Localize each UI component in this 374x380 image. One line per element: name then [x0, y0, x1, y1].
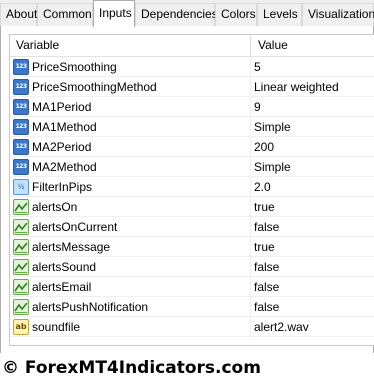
variable-name: FilterInPips	[32, 180, 93, 194]
variable-value[interactable]: true	[254, 237, 275, 257]
inputs-table: Variable Value 123 PriceSmoothing 5 123 Pric…	[9, 34, 374, 346]
cell-divider	[250, 177, 251, 197]
integer-icon: 123	[13, 139, 29, 155]
integer-icon: 123	[13, 159, 29, 175]
cell-divider	[250, 217, 251, 237]
table-row[interactable]: 123 PriceSmoothingMethod Linear weighted	[10, 77, 374, 97]
variable-value[interactable]: false	[254, 257, 279, 277]
variable-value[interactable]: Linear weighted	[254, 77, 339, 97]
tab-inputs[interactable]: Inputs	[93, 0, 135, 27]
tab-dependencies[interactable]: Dependencies	[135, 3, 218, 26]
double-icon: ½	[13, 179, 29, 195]
table-header: Variable Value	[10, 35, 374, 57]
cell-divider	[250, 117, 251, 137]
variable-value[interactable]: Simple	[254, 157, 291, 177]
table-row[interactable]: 123 MA2Period 200	[10, 137, 374, 157]
string-icon: ab	[13, 319, 29, 335]
variable-value[interactable]: false	[254, 277, 279, 297]
variable-value[interactable]: false	[254, 217, 279, 237]
variable-value[interactable]: 9	[254, 97, 261, 117]
table-row[interactable]: alertsMessage true	[10, 237, 374, 257]
variable-name: PriceSmoothingMethod	[32, 80, 157, 94]
cell-divider	[250, 277, 251, 297]
variable-name: alertsOn	[32, 200, 78, 214]
boolean-icon	[13, 199, 29, 215]
cell-divider	[250, 297, 251, 317]
integer-icon: 123	[13, 79, 29, 95]
integer-icon: 123	[13, 59, 29, 75]
variable-value[interactable]: alert2.wav	[254, 317, 309, 337]
table-row[interactable]: alertsPushNotification false	[10, 297, 374, 317]
table-row[interactable]: 123 MA2Method Simple	[10, 157, 374, 177]
cell-divider	[250, 317, 251, 337]
cell-divider	[250, 77, 251, 97]
variable-name: alertsSound	[32, 260, 97, 274]
variable-name: alertsMessage	[32, 240, 111, 254]
table-row[interactable]: ab soundfile alert2.wav	[10, 317, 374, 337]
cell-divider	[250, 137, 251, 157]
variable-name: alertsPushNotification	[32, 300, 149, 314]
cell-divider	[250, 157, 251, 177]
variable-name: alertsOnCurrent	[32, 220, 118, 234]
cell-divider	[250, 257, 251, 277]
boolean-icon	[13, 259, 29, 275]
variable-name: MA1Period	[32, 100, 92, 114]
variable-name: MA1Method	[32, 120, 97, 134]
variable-name: soundfile	[32, 320, 81, 334]
table-row[interactable]: ½ FilterInPips 2.0	[10, 177, 374, 197]
table-row[interactable]: alertsOnCurrent false	[10, 217, 374, 237]
boolean-icon	[13, 239, 29, 255]
integer-icon: 123	[13, 99, 29, 115]
cell-divider	[250, 197, 251, 217]
variable-value[interactable]: false	[254, 297, 279, 317]
table-row[interactable]: 123 MA1Period 9	[10, 97, 374, 117]
tab-strip: About Common Inputs Dependencies Colors …	[0, 0, 374, 27]
integer-icon: 123	[13, 119, 29, 135]
tab-common[interactable]: Common	[37, 3, 93, 26]
boolean-icon	[13, 219, 29, 235]
watermark: © ForexMT4Indicators.com	[2, 358, 261, 378]
tab-visualization[interactable]: Visualization	[302, 3, 374, 26]
table-row[interactable]: 123 PriceSmoothing 5	[10, 57, 374, 77]
column-header-value[interactable]: Value	[258, 35, 288, 57]
variable-value[interactable]: 5	[254, 57, 261, 77]
column-header-variable[interactable]: Variable	[16, 35, 59, 57]
tab-levels[interactable]: Levels	[257, 3, 302, 26]
variable-value[interactable]: true	[254, 197, 275, 217]
table-row[interactable]: alertsOn true	[10, 197, 374, 217]
variable-value[interactable]: 200	[254, 137, 274, 157]
column-divider[interactable]	[250, 35, 251, 57]
variable-value[interactable]: 2.0	[254, 177, 271, 197]
variable-name: alertsEmail	[32, 280, 92, 294]
cell-divider	[250, 237, 251, 257]
cell-divider	[250, 57, 251, 77]
variable-name: MA2Period	[32, 140, 92, 154]
variable-name: PriceSmoothing	[32, 60, 117, 74]
table-row[interactable]: 123 MA1Method Simple	[10, 117, 374, 137]
variable-name: MA2Method	[32, 160, 97, 174]
tab-colors[interactable]: Colors	[215, 3, 257, 26]
tab-about[interactable]: About	[0, 3, 37, 26]
table-row[interactable]: alertsEmail false	[10, 277, 374, 297]
inputs-panel: Variable Value 123 PriceSmoothing 5 123 Pric…	[0, 26, 374, 353]
variable-value[interactable]: Simple	[254, 117, 291, 137]
boolean-icon	[13, 299, 29, 315]
boolean-icon	[13, 279, 29, 295]
cell-divider	[250, 97, 251, 117]
table-row[interactable]: alertsSound false	[10, 257, 374, 277]
